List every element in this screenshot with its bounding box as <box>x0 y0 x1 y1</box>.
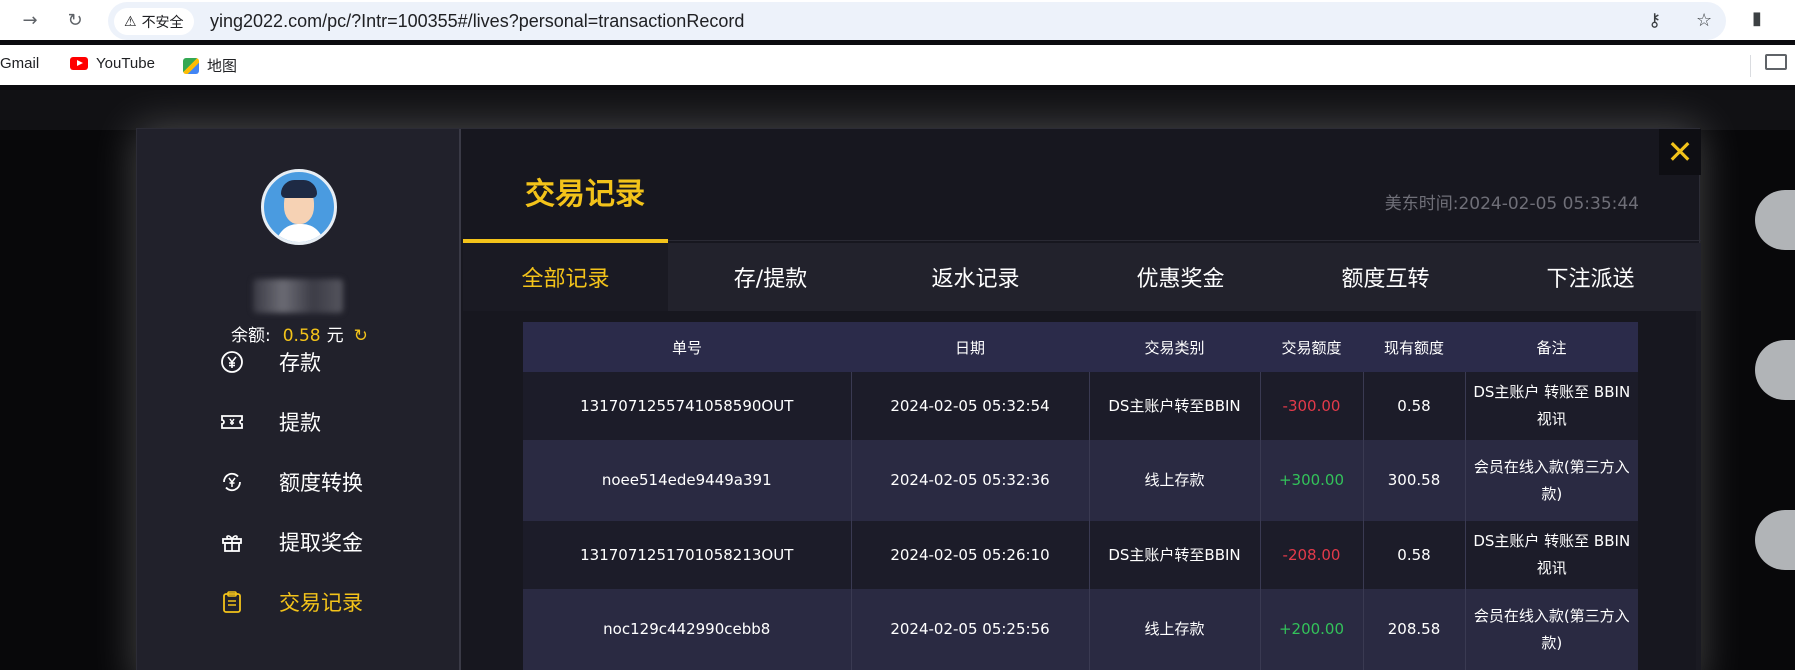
tab-all-records[interactable]: 全部记录 <box>463 243 668 311</box>
background-header <box>0 90 1795 130</box>
cell-date: 2024-02-05 05:32:54 <box>851 372 1090 440</box>
browser-toolbar: → ↻ ⚠ 不安全 ying2022.com/pc/?Intr=100355#/… <box>0 0 1795 40</box>
menu-item-bonus[interactable]: 提取奖金 <box>219 522 439 562</box>
cell-note: 会员在线入款(第三方入款) <box>1465 589 1638 670</box>
yen-circle-icon <box>219 349 245 375</box>
divider <box>668 240 1701 241</box>
cell-amount: +300.00 <box>1260 440 1364 521</box>
menu-label: 额度转换 <box>279 471 363 495</box>
table-row: 1317071251701058213OUT 2024-02-05 05:26:… <box>523 521 1638 589</box>
personal-center-modal: 余额: 0.58 元 ↻ 存款 提款 额度转换 提取奖金 交易记录 交易记录 ✕… <box>136 128 1701 670</box>
column-header: 交易额度 <box>1260 322 1363 372</box>
column-header: 交易类别 <box>1089 322 1260 372</box>
close-icon[interactable]: ✕ <box>1659 129 1701 175</box>
side-panel-icon[interactable]: ▮ <box>1752 8 1762 29</box>
cell-note: DS主账户 转账至 BBIN视讯 <box>1465 372 1638 440</box>
column-header: 备注 <box>1465 322 1638 372</box>
cell-type: DS主账户转至BBIN <box>1089 521 1261 589</box>
tab-bar: 全部记录 存/提款 返水记录 优惠奖金 额度互转 下注派送 <box>463 243 1701 311</box>
maps-icon <box>183 57 199 74</box>
tab-deposit-withdraw[interactable]: 存/提款 <box>668 243 873 311</box>
menu-item-withdraw[interactable]: 提款 <box>219 402 439 442</box>
eastern-time: 美东时间:2024-02-05 05:35:44 <box>1384 194 1639 214</box>
table-row: noc129c442990cebb8 2024-02-05 05:25:56 线… <box>523 589 1638 670</box>
security-label: 不安全 <box>141 14 184 31</box>
table-header-row: 单号 日期 交易类别 交易额度 现有额度 备注 <box>523 322 1638 372</box>
column-header: 日期 <box>851 322 1089 372</box>
cell-note: 会员在线入款(第三方入款) <box>1465 440 1638 521</box>
table-row: 1317071255741058590OUT 2024-02-05 05:32:… <box>523 372 1638 440</box>
cell-balance: 208.58 <box>1363 589 1466 670</box>
column-header: 现有额度 <box>1363 322 1465 372</box>
folder-icon[interactable] <box>1765 54 1787 70</box>
cell-type: 线上存款 <box>1089 440 1261 521</box>
bookmark-separator <box>1750 55 1751 77</box>
menu-label: 交易记录 <box>279 591 363 615</box>
bookmark-youtube[interactable]: YouTube <box>70 55 155 72</box>
edge-decoration <box>1755 340 1795 400</box>
warning-icon: ⚠ <box>124 13 137 30</box>
scrollbar[interactable] <box>1696 311 1701 670</box>
menu-label: 存款 <box>279 351 321 375</box>
bookmark-maps[interactable]: 地图 <box>183 55 237 76</box>
reload-icon[interactable]: ↻ <box>63 8 87 32</box>
tab-promo-bonus[interactable]: 优惠奖金 <box>1078 243 1283 311</box>
transaction-table: 单号 日期 交易类别 交易额度 现有额度 备注 1317071255741058… <box>523 322 1638 670</box>
cell-balance: 0.58 <box>1363 521 1466 589</box>
cell-amount: -208.00 <box>1260 521 1364 589</box>
star-icon[interactable]: ☆ <box>1696 10 1712 31</box>
cell-order-id: 1317071255741058590OUT <box>523 372 852 440</box>
ticket-icon <box>219 409 245 435</box>
forward-arrow-icon[interactable]: → <box>18 8 42 32</box>
url-text[interactable]: ying2022.com/pc/?Intr=100355#/lives?pers… <box>210 11 744 32</box>
cell-type: 线上存款 <box>1089 589 1261 670</box>
cell-order-id: noee514ede9449a391 <box>523 440 852 521</box>
edge-decoration <box>1755 510 1795 570</box>
column-header: 单号 <box>523 322 851 372</box>
cell-note: DS主账户 转账至 BBIN视讯 <box>1465 521 1638 589</box>
avatar-hair <box>281 180 317 198</box>
username-redacted <box>253 279 343 313</box>
cell-date: 2024-02-05 05:25:56 <box>851 589 1090 670</box>
table-row: noee514ede9449a391 2024-02-05 05:32:36 线… <box>523 440 1638 521</box>
cell-amount: -300.00 <box>1260 372 1364 440</box>
gift-icon <box>219 529 245 555</box>
menu-item-deposit[interactable]: 存款 <box>219 342 439 382</box>
main-panel: 交易记录 ✕ 美东时间:2024-02-05 05:35:44 全部记录 存/提… <box>463 129 1701 670</box>
tab-credit-transfer[interactable]: 额度互转 <box>1283 243 1488 311</box>
menu-item-transactions[interactable]: 交易记录 <box>219 582 439 622</box>
menu-label: 提取奖金 <box>279 531 363 555</box>
bookmark-gmail[interactable]: Gmail <box>0 55 39 72</box>
cell-order-id: 1317071251701058213OUT <box>523 521 852 589</box>
page-content: 余额: 0.58 元 ↻ 存款 提款 额度转换 提取奖金 交易记录 交易记录 ✕… <box>0 90 1795 670</box>
menu-label: 提款 <box>279 411 321 435</box>
cell-date: 2024-02-05 05:32:36 <box>851 440 1090 521</box>
cell-date: 2024-02-05 05:26:10 <box>851 521 1090 589</box>
tab-rebate-records[interactable]: 返水记录 <box>873 243 1078 311</box>
cell-type: DS主账户转至BBIN <box>1089 372 1261 440</box>
cell-balance: 300.58 <box>1363 440 1466 521</box>
tab-bet-delivery[interactable]: 下注派送 <box>1488 243 1693 311</box>
page-title: 交易记录 <box>525 177 645 212</box>
yen-exchange-icon <box>219 469 245 495</box>
clipboard-icon <box>219 589 245 615</box>
cell-amount: +200.00 <box>1260 589 1364 670</box>
avatar-body <box>276 224 324 242</box>
bookmarks-bar: Gmail YouTube 地图 <box>0 45 1795 85</box>
sidebar: 余额: 0.58 元 ↻ 存款 提款 额度转换 提取奖金 交易记录 <box>137 129 461 670</box>
security-chip[interactable]: ⚠ 不安全 <box>114 8 194 35</box>
menu-item-transfer[interactable]: 额度转换 <box>219 462 439 502</box>
bookmark-label: 地图 <box>207 58 238 75</box>
cell-balance: 0.58 <box>1363 372 1466 440</box>
bookmark-label: YouTube <box>96 55 155 72</box>
cell-order-id: noc129c442990cebb8 <box>523 589 852 670</box>
avatar[interactable] <box>261 169 337 245</box>
key-icon[interactable]: ⚷ <box>1648 10 1661 31</box>
edge-decoration <box>1755 190 1795 250</box>
address-bar[interactable]: ⚠ 不安全 ying2022.com/pc/?Intr=100355#/live… <box>108 2 1726 40</box>
youtube-icon <box>70 57 88 70</box>
bookmark-label: Gmail <box>0 55 40 72</box>
